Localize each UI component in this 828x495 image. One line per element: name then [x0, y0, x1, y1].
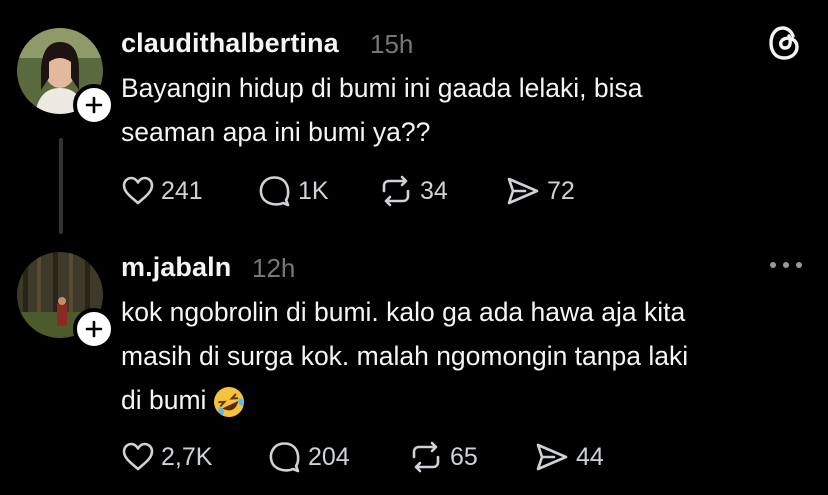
reply-button[interactable]: 204 [268, 437, 350, 477]
post-text-line: kok ngobrolin di bumi. kalo ga ada hawa … [121, 297, 686, 327]
comment-icon [269, 442, 300, 473]
share-button[interactable]: 72 [505, 171, 575, 211]
reply-count: 1K [298, 176, 329, 205]
heart-icon [122, 176, 154, 205]
follow-button[interactable] [73, 84, 115, 126]
like-button[interactable]: 2,7K [121, 437, 212, 477]
more-options-icon[interactable] [768, 258, 804, 277]
rolling-laughing-emoji-icon [212, 385, 246, 419]
plus-icon [85, 320, 103, 338]
follow-button[interactable] [73, 308, 115, 350]
threads-logo-icon[interactable] [767, 24, 803, 67]
post-text-line: masih di surga kok. malah ngomongin tanp… [121, 341, 689, 371]
username[interactable]: claudithalbertina [121, 28, 339, 59]
repost-icon [382, 175, 410, 207]
like-count: 241 [161, 176, 203, 205]
comment-icon [259, 176, 290, 207]
repost-button[interactable]: 34 [378, 171, 448, 211]
send-icon [507, 177, 539, 205]
post-text-line: seaman apa ini bumi ya?? [121, 117, 431, 147]
repost-count: 65 [450, 442, 478, 471]
thread-line [59, 138, 63, 234]
post-time: 15h [370, 29, 414, 59]
post-2: m.jabaln 12h kok ngobrolin di bumi. kalo… [0, 240, 828, 495]
repost-button[interactable]: 65 [408, 437, 478, 477]
post-text-line: di bumi [121, 385, 207, 415]
post-text-line-last: di bumi [121, 378, 688, 422]
share-count: 44 [576, 442, 604, 471]
share-count: 72 [547, 176, 575, 205]
repost-count: 34 [420, 176, 448, 205]
post-time: 12h [252, 253, 296, 283]
like-count: 2,7K [161, 442, 213, 471]
post-body: kok ngobrolin di bumi. kalo ga ada hawa … [121, 290, 688, 422]
share-button[interactable]: 44 [534, 437, 604, 477]
post-1: claudithalbertina 15h Bayangin hidup di … [0, 0, 828, 240]
reply-button[interactable]: 1K [258, 171, 329, 211]
username[interactable]: m.jabaln [121, 252, 231, 283]
send-icon [536, 443, 568, 471]
repost-icon [412, 441, 440, 473]
plus-icon [85, 96, 103, 114]
post-text-line: Bayangin hidup di bumi ini gaada lelaki,… [121, 73, 643, 103]
like-button[interactable]: 241 [121, 171, 203, 211]
reply-count: 204 [308, 442, 350, 471]
post-body: Bayangin hidup di bumi ini gaada lelaki,… [121, 66, 643, 154]
heart-icon [122, 442, 154, 471]
